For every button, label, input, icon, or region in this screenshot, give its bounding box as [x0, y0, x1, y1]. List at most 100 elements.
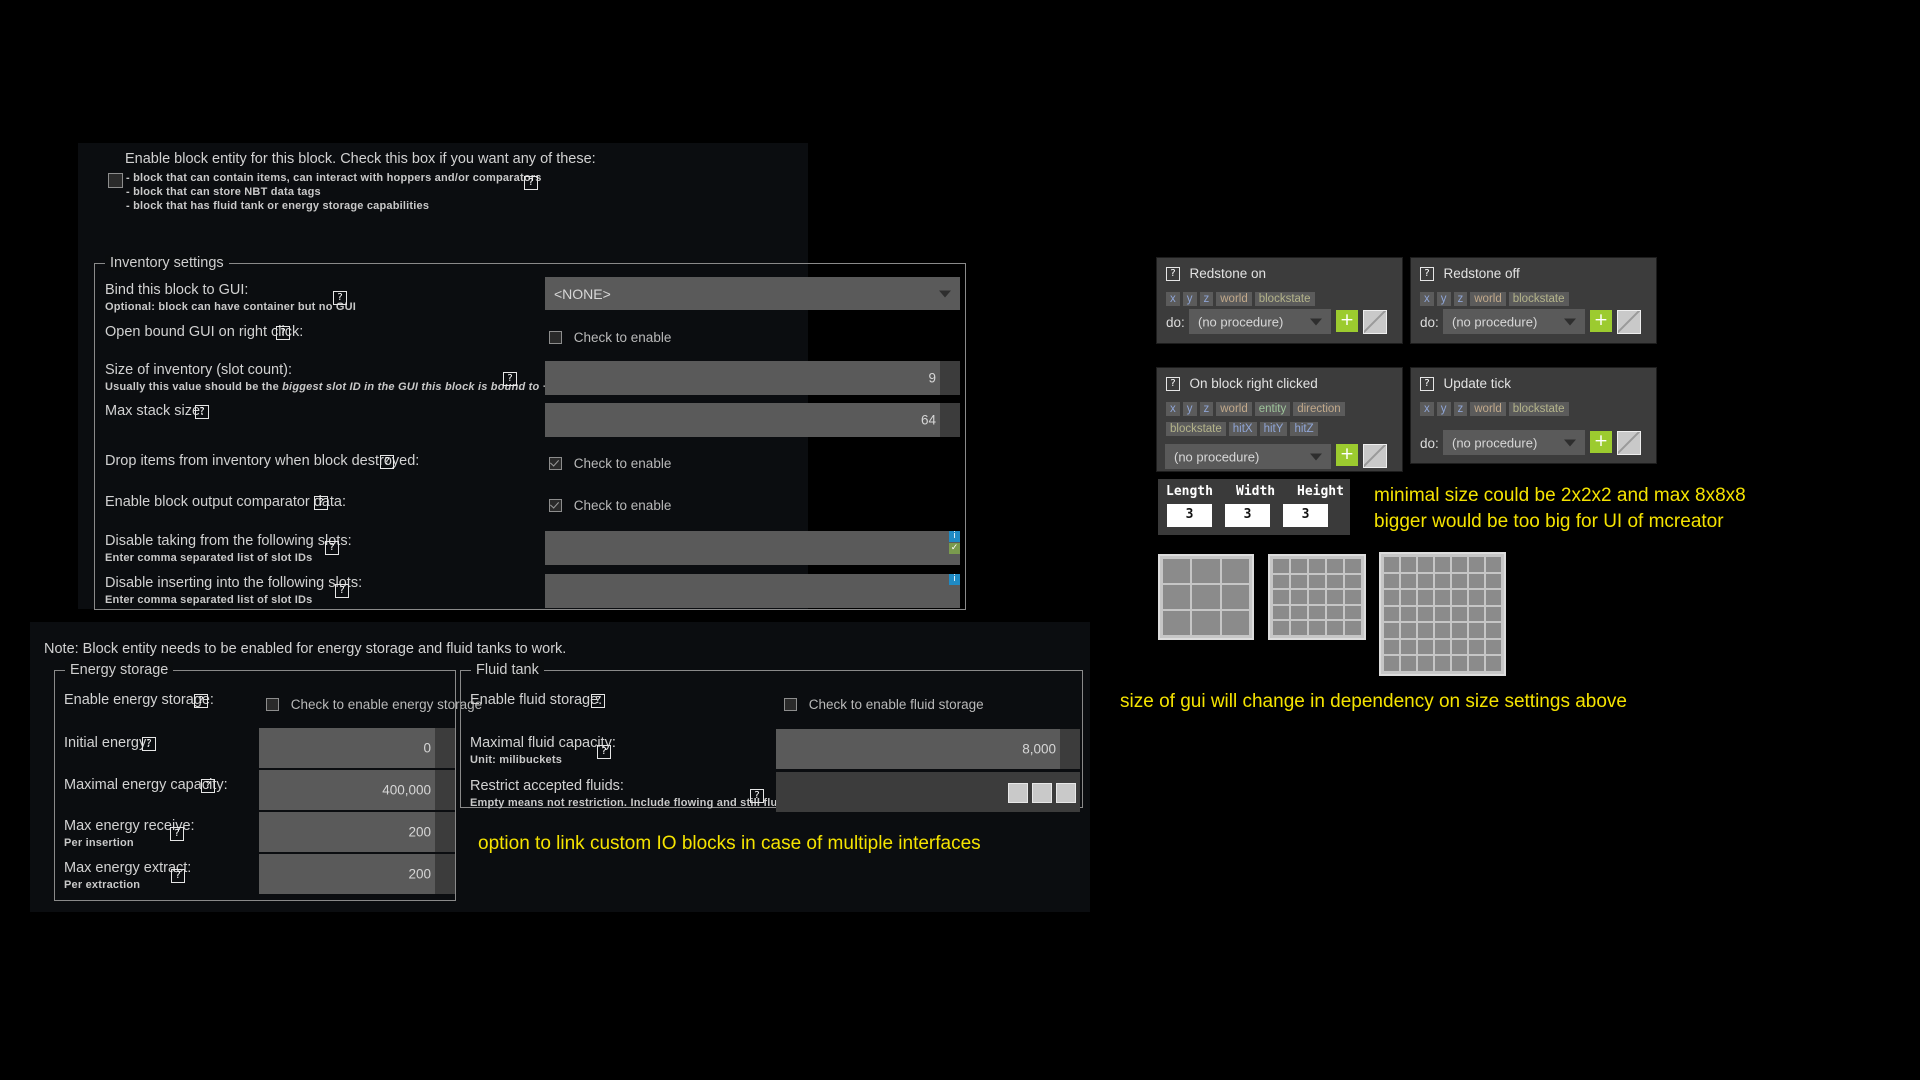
trigger-add-button[interactable]: +: [1336, 310, 1358, 332]
annotation-gui-size: size of gui will change in dependency on…: [1120, 691, 1627, 712]
trigger-help-icon[interactable]: ?: [1420, 266, 1434, 281]
max-stack-input[interactable]: 64: [545, 403, 960, 437]
max-energy-capacity-input[interactable]: 400,000: [259, 770, 455, 810]
length-input[interactable]: 3: [1167, 504, 1212, 527]
bind-gui-combobox[interactable]: <NONE>: [545, 277, 960, 310]
max-energy-receive-value: 200: [408, 824, 431, 840]
trigger-procedure-combobox[interactable]: (no procedure): [1189, 309, 1331, 334]
comparator-help-icon[interactable]: ?: [314, 496, 328, 510]
trigger-card-redstone-on[interactable]: ? Redstone on x y z world blockstate do: (no…: [1156, 257, 1403, 344]
block-entity-checkbox[interactable]: [108, 173, 123, 189]
disable-inserting-help-icon[interactable]: ?: [335, 584, 349, 598]
trigger-dependencies: x y z world blockstate: [1166, 289, 1396, 309]
pencil-icon[interactable]: [1617, 431, 1641, 455]
fluid-capacity-help-icon[interactable]: ?: [597, 745, 611, 759]
max-stack-help-icon[interactable]: ?: [195, 405, 209, 419]
max-energy-capacity-spinner[interactable]: [435, 770, 455, 810]
slot-count-help-icon[interactable]: ?: [503, 372, 517, 386]
height-input[interactable]: 3: [1283, 504, 1328, 527]
bind-gui-help-icon[interactable]: ?: [333, 291, 347, 305]
disable-inserting-input[interactable]: i: [545, 574, 960, 608]
drop-items-checkbox-row[interactable]: Check to enable: [549, 455, 671, 471]
open-gui-checkbox[interactable]: [549, 330, 562, 344]
trigger-card-redstone-off[interactable]: ? Redstone off x y z world blockstate do: (n…: [1410, 257, 1657, 344]
grid-cell: [1163, 611, 1191, 635]
trigger-card-update-tick[interactable]: ? Update tick x y z world blockstate do: (no…: [1410, 367, 1657, 464]
block-entity-help-icon[interactable]: ?: [524, 176, 538, 190]
fluid-enable-checkbox[interactable]: [784, 697, 797, 711]
comparator-checkbox-row[interactable]: Check to enable: [549, 497, 671, 513]
pencil-icon[interactable]: [1363, 444, 1387, 468]
slot-count-spinner[interactable]: [940, 361, 960, 395]
restrict-fluids-help-icon[interactable]: ?: [750, 789, 764, 803]
dep-chip: z: [1453, 292, 1468, 306]
energy-enable-checkbox[interactable]: [266, 697, 279, 711]
dep-chip: y: [1436, 402, 1451, 416]
pencil-icon[interactable]: [1363, 310, 1387, 334]
max-energy-extract-help-icon[interactable]: ?: [171, 869, 185, 883]
trigger-help-icon[interactable]: ?: [1166, 376, 1180, 391]
restrict-fluids-label: Restrict accepted fluids:: [470, 778, 624, 794]
fluid-capacity-input[interactable]: 8,000: [776, 729, 1080, 769]
width-input[interactable]: 3: [1225, 504, 1270, 527]
grid-cell: [1327, 621, 1343, 635]
grid-cell: [1418, 557, 1433, 572]
grid-cell: [1418, 573, 1433, 589]
trigger-add-button[interactable]: +: [1336, 444, 1358, 466]
comparator-checkbox-label: Check to enable: [573, 497, 672, 513]
grid-cell: [1345, 559, 1361, 573]
fluid-enable-checkbox-row[interactable]: Check to enable fluid storage: [784, 696, 984, 712]
grid-cell: [1486, 590, 1501, 605]
drop-items-help-icon[interactable]: ?: [380, 455, 394, 469]
fluid-enable-help-icon[interactable]: ?: [591, 694, 605, 708]
max-stack-spinner[interactable]: [940, 403, 960, 437]
trigger-card-on-block-right-clicked[interactable]: ? On block right clicked x y z world entity d…: [1156, 367, 1403, 472]
trigger-add-button[interactable]: +: [1590, 431, 1612, 453]
trigger-help-icon[interactable]: ?: [1420, 376, 1434, 391]
open-gui-checkbox-row[interactable]: Check to enable: [549, 329, 671, 345]
restrict-fluids-button-2[interactable]: [1032, 783, 1052, 803]
restrict-fluids-button-3[interactable]: [1056, 783, 1076, 803]
grid-cell: [1401, 656, 1416, 671]
trigger-procedure-combobox[interactable]: (no procedure): [1443, 309, 1585, 334]
disable-taking-input[interactable]: i ✓: [545, 531, 960, 565]
max-energy-extract-input[interactable]: 200: [259, 854, 455, 894]
max-energy-receive-spinner[interactable]: [435, 812, 455, 852]
grid-cell: [1273, 574, 1289, 589]
max-energy-capacity-help-icon[interactable]: ?: [201, 779, 215, 793]
trigger-procedure-combobox[interactable]: (no procedure): [1165, 444, 1331, 469]
trigger-do-label: do:: [1166, 315, 1185, 330]
trigger-help-icon[interactable]: ?: [1166, 266, 1180, 281]
trigger-procedure-combobox[interactable]: (no procedure): [1443, 430, 1585, 455]
max-energy-receive-input[interactable]: 200: [259, 812, 455, 852]
initial-energy-spinner[interactable]: [435, 728, 455, 768]
comparator-label: Enable block output comparator data:: [105, 494, 347, 510]
grid-cell: [1291, 605, 1307, 620]
grid-cell: [1384, 573, 1399, 589]
restrict-fluids-button-1[interactable]: [1008, 783, 1028, 803]
fluid-capacity-spinner[interactable]: [1060, 729, 1080, 769]
comparator-checkbox[interactable]: [549, 498, 562, 512]
disable-taking-help-icon[interactable]: ?: [325, 541, 339, 555]
energy-enable-help-icon[interactable]: ?: [194, 694, 208, 708]
max-energy-receive-help-icon[interactable]: ?: [170, 827, 184, 841]
grid-cell: [1291, 590, 1307, 604]
max-stack-label: Max stack size:: [105, 403, 205, 419]
gui-size-widget: Length Width Height 3 3 3: [1158, 479, 1350, 535]
grid-cell: [1452, 590, 1467, 605]
dep-chip: x: [1420, 292, 1434, 306]
initial-energy-input[interactable]: 0: [259, 728, 455, 768]
open-gui-help-icon[interactable]: ?: [276, 326, 290, 340]
grid-cell: [1384, 557, 1399, 572]
energy-enable-checkbox-row[interactable]: Check to enable energy storage: [266, 696, 482, 712]
drop-items-checkbox[interactable]: [549, 456, 562, 470]
grid-cell: [1291, 574, 1307, 589]
bind-gui-sublabel: Optional: block can have container but n…: [105, 301, 357, 314]
pencil-icon[interactable]: [1617, 310, 1641, 334]
slot-count-input[interactable]: 9: [545, 361, 960, 395]
dep-chip: x: [1166, 402, 1180, 416]
initial-energy-help-icon[interactable]: ?: [142, 737, 156, 751]
max-energy-extract-spinner[interactable]: [435, 854, 455, 894]
trigger-add-button[interactable]: +: [1590, 310, 1612, 332]
grid-cell: [1452, 557, 1467, 572]
